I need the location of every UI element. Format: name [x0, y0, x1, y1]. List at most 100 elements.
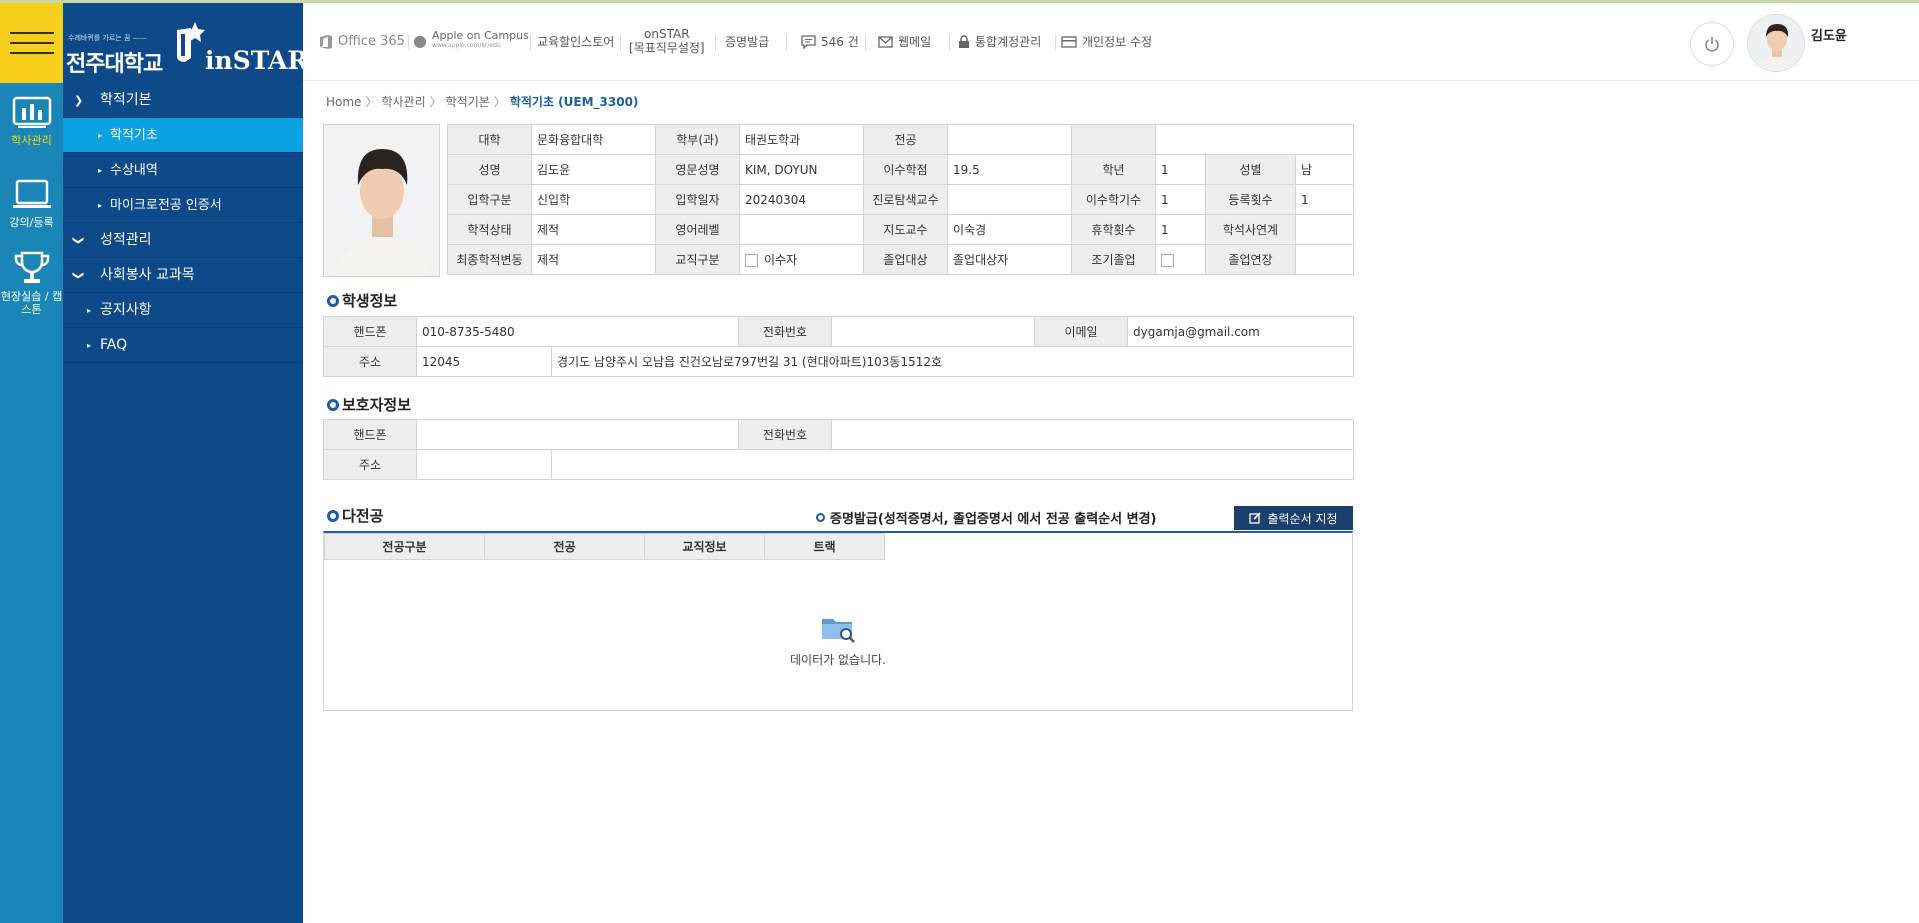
student-zip-value: 12045 [416, 346, 552, 377]
terms-label: 이수학기수 [1071, 184, 1156, 215]
star-logo-icon [177, 22, 205, 62]
section-title-text: 보호자정보 [342, 396, 412, 414]
teach-checkbox[interactable] [745, 254, 758, 267]
breadcrumb-current: 학적기초 (UEM_3300) [509, 95, 639, 109]
grad-ext-label: 졸업연장 [1205, 244, 1296, 275]
early-grad-value [1155, 244, 1206, 275]
academic-info-table: 대학 문화융합대학 학부(과) 태권도학과 전공 성명 김도윤 영문성명 KIM… [447, 124, 1355, 185]
rail-item-practice[interactable]: 현장실습 / 캡스톤 [0, 250, 63, 316]
breadcrumb-level2[interactable]: 학적기본 [446, 95, 490, 109]
student-info-title: 학생정보 [327, 290, 397, 311]
chevron-down-icon: ❯ [72, 270, 86, 281]
webmail-link[interactable]: 웹메일 [878, 31, 931, 53]
bar-chart-icon [12, 96, 51, 128]
guardian-info-title: 보호자정보 [327, 394, 411, 415]
bullet-icon: ▸ [87, 306, 92, 315]
onstar-link[interactable]: onSTAR [목표직무설정] [629, 27, 705, 55]
sidebar-item-label: 사회봉사 교과목 [100, 267, 195, 283]
webmail-label: 웹메일 [898, 35, 932, 49]
sidebar-item-label: 학적기초 [110, 128, 158, 143]
hamburger-menu-icon[interactable] [0, 3, 63, 83]
sidebar-item-micro-major[interactable]: ▸ 마이크로전공 인증서 [63, 188, 303, 223]
section-title-text: 다전공 [342, 507, 384, 525]
lock-icon [959, 35, 969, 48]
majors-grid: 전공구분 전공 교직정보 트랙 데이터가 없습니다. [323, 531, 1353, 711]
bullet-icon: ▸ [87, 341, 92, 350]
office365-link[interactable]: Office 365 [319, 31, 405, 53]
entry-date-label: 입학일자 [655, 184, 740, 215]
top-header: Office 365 ● Apple on Campus www.apple.c… [303, 3, 1919, 81]
apple-sub-label: www.apple.com/kr/edu [431, 42, 501, 49]
majors-header: 전공구분 전공 교직정보 트랙 [324, 533, 885, 560]
messages-link[interactable]: 546 건 [801, 31, 859, 53]
print-order-label: 출력순서 지정 [1267, 511, 1338, 526]
reg-count-value: 1 [1295, 184, 1354, 215]
guardian-addr-label: 주소 [323, 449, 417, 480]
breadcrumb-level1[interactable]: 학사관리 [381, 95, 425, 109]
early-grad-checkbox[interactable] [1161, 253, 1174, 267]
sidebar-item-academic-record[interactable]: ▸ 학적기초 [63, 118, 303, 153]
entry-type-label: 입학구분 [447, 184, 532, 215]
header-divider [530, 35, 531, 51]
section-title-text: 학생정보 [342, 292, 398, 310]
teach-text: 이수자 [764, 253, 798, 267]
col-track[interactable]: 트랙 [764, 533, 885, 560]
edu-store-link[interactable]: 교육할인스토어 [537, 31, 614, 53]
col-major[interactable]: 전공 [484, 533, 645, 560]
section-bullet-icon [327, 509, 339, 522]
print-order-button[interactable]: 출력순서 지정 [1234, 506, 1353, 530]
username: 김도윤 [1811, 29, 1847, 44]
bullet-icon: ▸ [98, 131, 103, 140]
office365-label: Office 365 [338, 34, 405, 49]
sidebar-item-label: 수상내역 [110, 163, 158, 178]
gender-label: 성별 [1205, 154, 1296, 185]
apple-label: Apple on Campus [431, 29, 529, 42]
account-link[interactable]: 통합계정관리 [958, 31, 1041, 53]
section-bullet-icon [327, 398, 339, 411]
sidebar-item-notice[interactable]: ▸ 공지사항 [63, 293, 303, 328]
logo-university: 전주대학교 [66, 51, 163, 77]
trophy-icon [14, 251, 49, 283]
sidebar-item-grades[interactable]: ❯ 성적관리 [63, 223, 303, 258]
sidebar-item-label: FAQ [100, 337, 128, 353]
leave-label: 휴학횟수 [1071, 214, 1156, 245]
certificate-note-text: 증명발급(성적증명서, 졸업증명서 에서 전공 출력순서 변경) [830, 512, 1157, 527]
university-logo[interactable]: 수레바퀴를 가르는 꿈 —— 전주대학교 inSTAR [63, 3, 308, 83]
note-bullet-icon [816, 513, 825, 522]
status-label: 학적상태 [447, 214, 532, 245]
bullet-icon: ▸ [98, 166, 103, 175]
guardian-tel-label: 전화번호 [738, 419, 832, 450]
messages-count: 546 건 [821, 35, 859, 49]
grad-target-value: 졸업대상자 [947, 244, 1072, 275]
rail-label: 강의/등록 [9, 216, 54, 229]
sidebar-item-volunteer[interactable]: ❯ 사회봉사 교과목 [63, 258, 303, 293]
blank-label [1071, 124, 1156, 155]
student-tel-label: 전화번호 [738, 316, 832, 347]
folder-search-icon [822, 619, 855, 643]
student-addr-label: 주소 [323, 346, 417, 377]
rail-item-course[interactable]: 강의/등록 [0, 178, 63, 229]
sidebar-item-awards[interactable]: ▸ 수상내역 [63, 153, 303, 188]
avatar-photo [1748, 15, 1804, 71]
power-button[interactable] [1690, 22, 1734, 66]
certificate-link[interactable]: 증명발급 [725, 31, 769, 53]
icon-rail: 학사관리 강의/등록 현장실습 / 캡스톤 [0, 3, 63, 923]
header-divider [865, 35, 866, 51]
col-major-type[interactable]: 전공구분 [324, 533, 485, 560]
guardian-info-table: 핸드폰 전화번호 주소 [323, 419, 1354, 480]
edu-store-label: 교육할인스토어 [537, 35, 615, 49]
rail-label: 학사관리 [11, 134, 52, 147]
sidebar-item-academic-basic[interactable]: ❯ 학적기본 [63, 83, 303, 118]
sidebar-item-label: 학적기본 [100, 92, 152, 108]
apple-on-campus-link[interactable]: ● Apple on Campus www.apple.com/kr/edu [413, 30, 529, 52]
col-teaching[interactable]: 교직정보 [644, 533, 765, 560]
terms-value: 1 [1155, 184, 1206, 215]
avatar[interactable] [1747, 14, 1805, 72]
rail-item-academic[interactable]: 학사관리 [0, 96, 63, 147]
entry-date-value: 20240304 [739, 184, 864, 215]
sidebar-item-faq[interactable]: ▸ FAQ [63, 328, 303, 363]
profile-edit-link[interactable]: 개인정보 수정 [1061, 31, 1152, 53]
major-value [947, 124, 1072, 155]
breadcrumb-home[interactable]: Home [326, 95, 361, 109]
header-divider [786, 35, 787, 51]
